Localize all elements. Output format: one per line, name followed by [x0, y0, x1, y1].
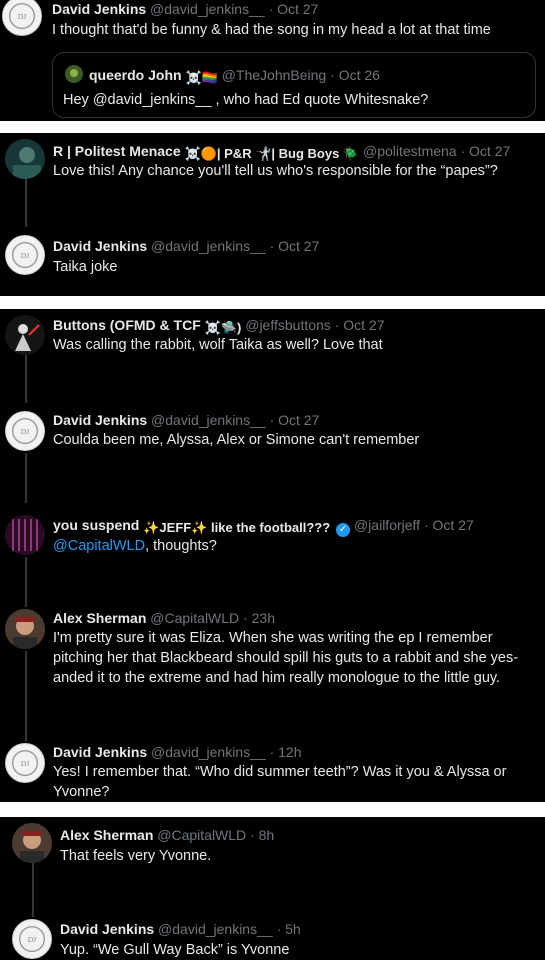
- thread-line: [25, 353, 27, 403]
- display-name[interactable]: David Jenkins: [52, 1, 146, 17]
- handle[interactable]: @jeffsbuttons: [245, 317, 331, 333]
- display-name[interactable]: David Jenkins: [53, 238, 147, 254]
- handle[interactable]: @david_jenkins__: [150, 1, 265, 17]
- timestamp[interactable]: Oct 27: [433, 517, 474, 533]
- svg-text:DJ: DJ: [18, 12, 26, 21]
- separator: ·: [334, 317, 340, 333]
- tweet-text: That feels very Yvonne.: [60, 848, 212, 864]
- tweet-text: Love this! Any chance you'll tell us who…: [53, 163, 498, 179]
- thread-line: [25, 651, 27, 741]
- svg-text:DJ: DJ: [21, 759, 29, 768]
- tweet-text: I thought that'd be funny & had the song…: [52, 22, 491, 38]
- tweet-text: I'm pretty sure it was Eliza. When she w…: [53, 630, 519, 686]
- quoted-tweet[interactable]: queerdo John ☠️🏳️‍🌈 @TheJohnBeing · Oct …: [52, 52, 536, 118]
- thread-line: [25, 557, 27, 607]
- handle[interactable]: @politestmena: [363, 143, 457, 159]
- display-name[interactable]: David Jenkins: [53, 412, 147, 428]
- timestamp: Oct 26: [338, 67, 380, 83]
- separator: ·: [269, 744, 275, 760]
- separator: ·: [423, 517, 429, 533]
- avatar[interactable]: [5, 139, 45, 179]
- avatar[interactable]: DJ: [5, 743, 45, 783]
- timestamp[interactable]: Oct 27: [278, 412, 319, 428]
- screenshot-panel-1: DJ David Jenkins @david_jenkins__ · Oct …: [0, 0, 545, 121]
- separator: ·: [243, 610, 248, 626]
- timestamp[interactable]: 8h: [259, 827, 275, 843]
- separator: ·: [269, 238, 275, 254]
- display-name[interactable]: Alex Sherman: [53, 610, 146, 626]
- thread-line: [25, 177, 27, 227]
- handle[interactable]: @david_jenkins__: [151, 412, 266, 428]
- separator: ·: [460, 143, 466, 159]
- screenshot-panel-4: Alex Sherman @CapitalWLD · 8h That feels…: [0, 817, 545, 960]
- handle: @TheJohnBeing: [221, 67, 327, 83]
- avatar[interactable]: [5, 609, 45, 649]
- svg-text:DJ: DJ: [21, 251, 29, 260]
- tweet-text: Taika joke: [53, 259, 118, 275]
- separator: ·: [269, 412, 275, 428]
- avatar[interactable]: DJ: [2, 0, 42, 36]
- avatar[interactable]: DJ: [12, 919, 52, 959]
- avatar[interactable]: [5, 315, 45, 355]
- timestamp[interactable]: 5h: [285, 921, 301, 937]
- handle[interactable]: @david_jenkins__: [151, 744, 266, 760]
- handle[interactable]: @CapitalWLD: [150, 610, 239, 626]
- display-name[interactable]: R | Politest Menace: [53, 143, 181, 159]
- display-name[interactable]: David Jenkins: [53, 744, 147, 760]
- mention-link[interactable]: @CapitalWLD: [53, 538, 145, 554]
- screenshot-panel-3: Buttons (OFMD & TCF ☠️🛸) @jeffsbuttons ·…: [0, 309, 545, 802]
- name-emoji: ☠️🏳️‍🌈: [185, 70, 218, 85]
- separator: ·: [276, 921, 282, 937]
- tweet-text: Yes! I remember that. “Who did summer te…: [53, 764, 507, 800]
- timestamp[interactable]: 23h: [252, 610, 275, 626]
- quoted-text: Hey @david_jenkins__ , who had Ed quote …: [63, 92, 429, 108]
- svg-text:DJ: DJ: [21, 427, 29, 436]
- avatar[interactable]: DJ: [5, 411, 45, 451]
- separator: ·: [268, 1, 274, 17]
- timestamp[interactable]: Oct 27: [278, 238, 319, 254]
- verified-badge-icon: ✓: [336, 523, 351, 537]
- svg-text:DJ: DJ: [28, 935, 36, 944]
- timestamp[interactable]: Oct 27: [469, 143, 510, 159]
- timestamp[interactable]: Oct 27: [343, 317, 384, 333]
- tweet[interactable]: DJ David Jenkins @david_jenkins__ · Oct …: [0, 0, 545, 121]
- avatar: [65, 65, 83, 83]
- handle[interactable]: @CapitalWLD: [157, 827, 246, 843]
- tweet-text-rest: , thoughts?: [145, 538, 217, 554]
- name-emoji: ✨JEFF✨ like the football???: [143, 520, 331, 535]
- display-name: queerdo John: [89, 67, 182, 83]
- tweet-text: @CapitalWLD, thoughts?: [53, 536, 538, 556]
- handle[interactable]: @david_jenkins__: [151, 238, 266, 254]
- handle[interactable]: @david_jenkins__: [158, 921, 273, 937]
- timestamp[interactable]: 12h: [278, 744, 301, 760]
- thread-line: [32, 863, 34, 917]
- separator: ·: [330, 67, 335, 83]
- timestamp[interactable]: Oct 27: [277, 1, 318, 17]
- display-name[interactable]: Alex Sherman: [60, 827, 153, 843]
- tweet-text: Yup. “We Gull Way Back” is Yvonne: [60, 942, 290, 958]
- thread-line: [25, 453, 27, 503]
- screenshot-panel-2: R | Politest Menace ☠️🟠| P&R 🤺| Bug Boys…: [0, 133, 545, 296]
- avatar[interactable]: [5, 515, 45, 555]
- avatar[interactable]: DJ: [5, 235, 45, 275]
- separator: ·: [250, 827, 255, 843]
- display-name[interactable]: David Jenkins: [60, 921, 154, 937]
- display-name[interactable]: you suspend: [53, 517, 139, 533]
- tweet-text: Coulda been me, Alyssa, Alex or Simone c…: [53, 432, 420, 448]
- avatar[interactable]: [12, 823, 52, 863]
- handle[interactable]: @jailforjeff: [354, 517, 420, 533]
- display-name[interactable]: Buttons (OFMD & TCF: [53, 317, 201, 333]
- tweet-text: Was calling the rabbit, wolf Taika as we…: [53, 337, 383, 353]
